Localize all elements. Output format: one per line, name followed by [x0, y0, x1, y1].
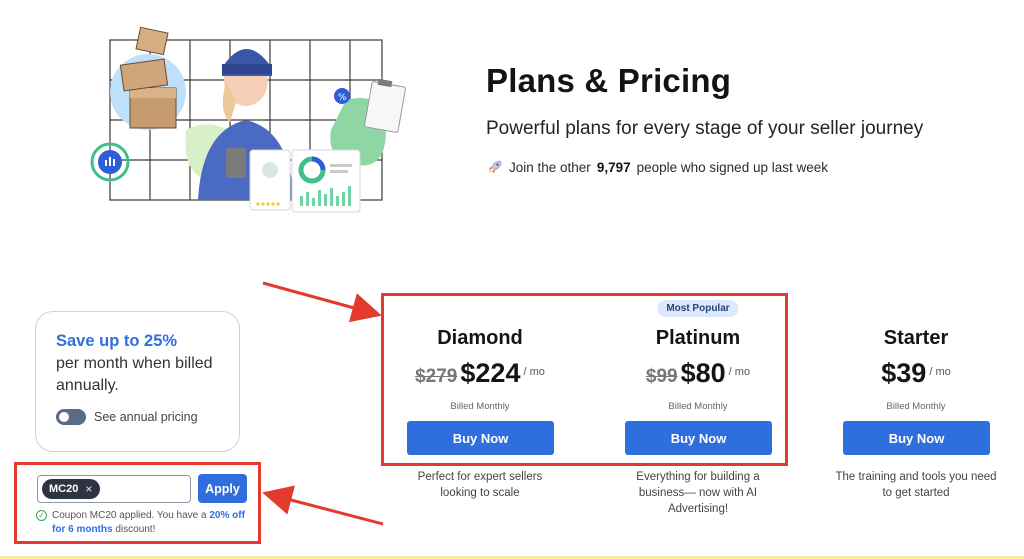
price-period: / mo [523, 366, 545, 378]
svg-text:%: % [338, 93, 347, 103]
billing-cycle: Billed Monthly [886, 401, 946, 412]
seller-illustration-graphic: % [90, 26, 406, 213]
social-suffix: people who signed up last week [636, 159, 828, 175]
current-price: $224 [460, 358, 521, 388]
coupon-input[interactable]: MC20 × [37, 475, 191, 503]
buy-starter-button[interactable]: Buy Now [843, 421, 990, 455]
plan-price: $39 / mo [836, 358, 996, 389]
plan-price: $99 $80 / mo [618, 358, 778, 389]
plan-price: $279 $224 / mo [400, 358, 560, 389]
coupon-status-message: ✓ Coupon MC20 applied. You have a 20% of… [36, 509, 256, 537]
price-period: / mo [728, 366, 751, 378]
page-title: Plans & Pricing [486, 62, 732, 99]
price-period: / mo [929, 366, 951, 378]
old-price: $279 [415, 366, 458, 387]
plan-name: Platinum [655, 327, 741, 349]
plan-description: Everything for building a business— now … [636, 471, 760, 515]
annual-pricing-label: See annual pricing [94, 410, 198, 424]
savings-headline: Save up to 25% [56, 332, 178, 350]
coupon-section: MC20 × Apply ✓ Coupon MC20 applied. You … [14, 462, 261, 544]
arrow-to-plans [262, 281, 382, 323]
most-popular-badge: Most Popular [657, 300, 739, 317]
apply-coupon-button[interactable]: Apply [198, 474, 247, 503]
close-icon[interactable]: × [85, 482, 92, 496]
coupon-code: MC20 [49, 483, 79, 495]
billing-cycle: Billed Monthly [450, 401, 510, 412]
social-proof: Join the other 9,797 people who signed u… [487, 159, 828, 175]
savings-body: per month when billed annually. [56, 355, 213, 394]
old-price: $99 [645, 366, 678, 387]
plan-name: Starter [883, 327, 949, 349]
plan-name: Diamond [437, 327, 523, 349]
signup-count: 9,797 [596, 159, 631, 175]
coupon-msg-suffix: discount! [115, 524, 156, 535]
buy-platinum-button[interactable]: Buy Now [625, 421, 772, 455]
rocket-icon [487, 159, 503, 175]
hero-illustration: % [86, 20, 426, 220]
current-price: $39 [881, 358, 927, 388]
annual-savings-card: Save up to 25% per month when billed ann… [35, 311, 240, 452]
social-prefix: Join the other [509, 159, 591, 175]
plan-description: Perfect for expert sellers looking to sc… [417, 471, 543, 499]
check-circle-icon: ✓ [36, 510, 47, 521]
plan-description: The training and tools you need to get s… [835, 471, 997, 499]
current-price: $80 [680, 358, 726, 388]
coupon-chip: MC20 × [42, 479, 101, 499]
billing-cycle: Billed Monthly [668, 401, 728, 412]
page-subtitle: Powerful plans for every stage of your s… [486, 118, 924, 139]
coupon-msg-prefix: Coupon MC20 applied. You have a [52, 510, 207, 521]
annual-pricing-toggle[interactable] [56, 409, 86, 425]
buy-diamond-button[interactable]: Buy Now [407, 421, 554, 455]
annual-pricing-toggle-row: See annual pricing [56, 409, 219, 425]
arrow-to-coupon [262, 485, 384, 526]
